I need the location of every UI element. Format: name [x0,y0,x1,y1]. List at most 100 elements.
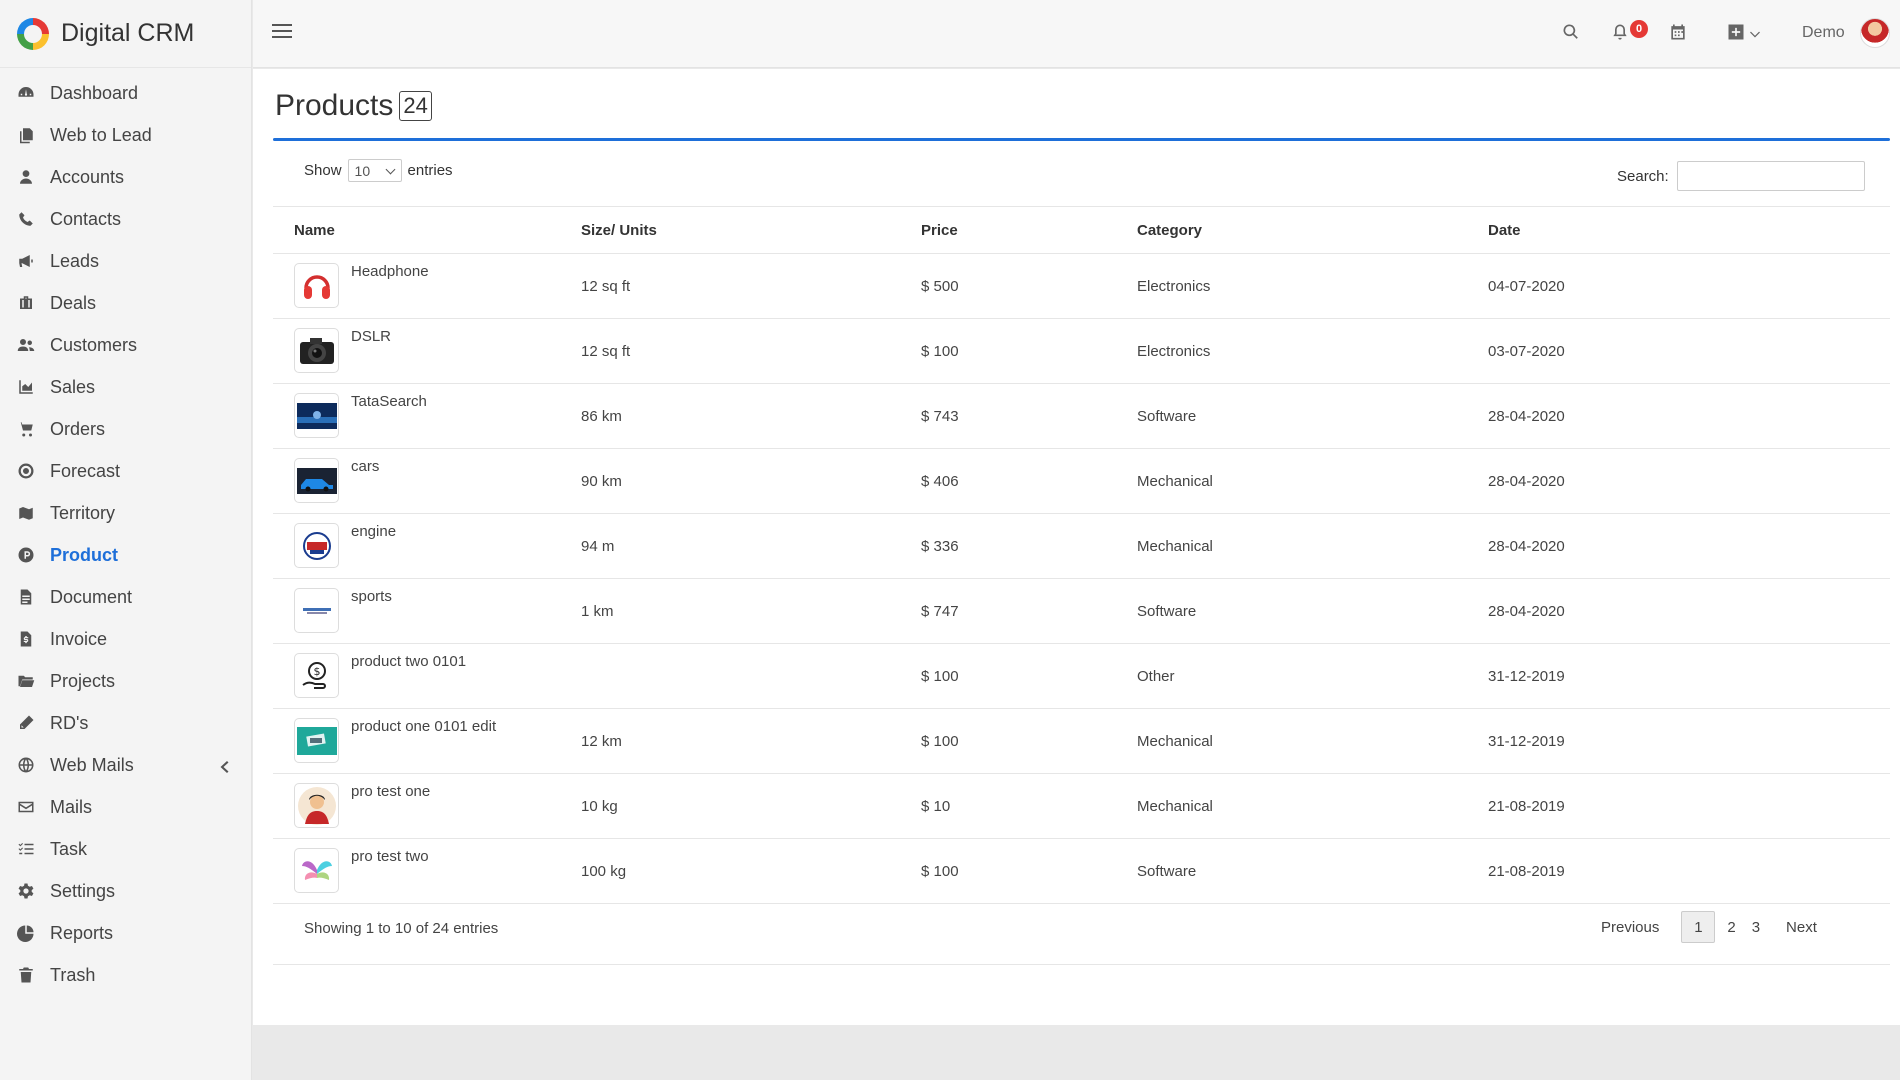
sidebar-item-customers[interactable]: Customers [0,324,251,366]
column-header-category[interactable]: Category [1116,206,1467,254]
table-row[interactable]: product one 0101 edit 12 km $ 100 Mechanica… [273,708,1890,774]
product-thumbnail[interactable] [294,588,339,633]
sidebar-item-reports[interactable]: Reports [0,912,251,954]
table-row[interactable]: cars 90 km $ 406 Mechanical 28-04-2020 [273,448,1890,514]
sidebar-item-settings[interactable]: Settings [0,870,251,912]
sidebar-item-forecast[interactable]: Forecast [0,450,251,492]
product-thumbnail[interactable] [294,783,339,828]
product-name[interactable]: Headphone [351,262,429,280]
cell-size: 94 m [560,513,900,579]
product-name[interactable]: pro test two [351,847,429,865]
sidebar-item-territory[interactable]: Territory [0,492,251,534]
sidebar-item-web-to-lead[interactable]: Web to Lead [0,114,251,156]
product-name[interactable]: product two 0101 [351,652,466,670]
table-row[interactable]: engine 94 m $ 336 Mechanical 28-04-2020 [273,513,1890,579]
cell-date: 28-04-2020 [1467,383,1890,449]
table-row[interactable]: DSLR 12 sq ft $ 100 Electronics 03-07-2020 [273,318,1890,384]
product-name[interactable]: pro test one [351,782,430,800]
product-thumbnail[interactable] [294,393,339,438]
product-icon [16,545,36,565]
sidebar-item-accounts[interactable]: Accounts [0,156,251,198]
sidebar-item-trash[interactable]: Trash [0,954,251,996]
column-header-date[interactable]: Date [1467,206,1890,254]
product-thumbnail[interactable] [294,523,339,568]
product-name[interactable]: sports [351,587,392,605]
pagination: Previous 1 2 3 Next [1593,911,1825,943]
megaphone-icon [16,251,36,271]
brand-name: Digital CRM [61,19,195,47]
user-name[interactable]: Demo [1802,24,1845,42]
table-row[interactable]: sports 1 km $ 747 Software 28-04-2020 [273,578,1890,644]
page-length-select[interactable]: 10 [347,159,402,182]
sidebar-item-label: Web Mails [50,754,134,775]
product-name[interactable]: TataSearch [351,392,427,410]
cell-name: TataSearch [273,383,560,449]
sidebar-item-projects[interactable]: Projects [0,660,251,702]
cell-category: Electronics [1116,318,1467,384]
sidebar-item-contacts[interactable]: Contacts [0,198,251,240]
pagination-previous-button[interactable]: Previous [1593,911,1667,943]
file-icon [16,587,36,607]
sidebar-item-dashboard[interactable]: Dashboard [0,72,251,114]
product-thumbnail[interactable] [294,328,339,373]
pagination-page-2[interactable]: 2 [1719,911,1743,943]
search-icon[interactable] [1561,22,1583,44]
avatar[interactable] [1860,18,1890,48]
sidebar-item-document[interactable]: Document [0,576,251,618]
column-header-price[interactable]: Price [900,206,1116,254]
cell-category: Software [1116,838,1467,904]
search-label: Search: [1617,167,1669,185]
product-thumbnail[interactable] [294,263,339,308]
menu-toggle-icon[interactable] [272,21,292,41]
sidebar-item-label: Accounts [50,166,125,187]
product-thumbnail[interactable] [294,718,339,763]
table-row[interactable]: pro test two 100 kg $ 100 Software 21-08-201… [273,838,1890,904]
product-thumbnail[interactable] [294,848,339,893]
product-name[interactable]: cars [351,457,379,475]
sidebar-item-product[interactable]: Product [0,534,251,576]
table-row[interactable]: Headphone 12 sq ft $ 500 Electronics 04-07-2… [273,253,1890,319]
sidebar-item-label: Customers [50,334,138,355]
cell-category: Mechanical [1116,708,1467,774]
sidebar-item-orders[interactable]: Orders [0,408,251,450]
sidebar-item-deals[interactable]: Deals [0,282,251,324]
sidebar-item-sales[interactable]: Sales [0,366,251,408]
cell-size: 12 km [560,708,900,774]
bell-icon[interactable] [1610,22,1632,44]
cell-size: 90 km [560,448,900,514]
product-name[interactable]: DSLR [351,327,391,345]
column-header-size[interactable]: Size/ Units [560,206,900,254]
brand[interactable]: Digital CRM [0,0,251,68]
sidebar-item-invoice[interactable]: Invoice [0,618,251,660]
pagination-page-1[interactable]: 1 [1681,911,1716,943]
chevron-left-icon[interactable] [219,758,229,773]
product-thumbnail[interactable] [294,458,339,503]
table-row[interactable]: pro test one 10 kg $ 10 Mechanical 21-08-201… [273,773,1890,839]
sidebar-item-leads[interactable]: Leads [0,240,251,282]
pagination-page-3[interactable]: 3 [1744,911,1768,943]
cell-category: Mechanical [1116,513,1467,579]
sidebar-item-label: Web to Lead [50,124,152,145]
sidebar-item-web-mails[interactable]: Web Mails [0,744,251,786]
column-header-name[interactable]: Name [273,206,560,254]
cell-price: $ 500 [900,253,1116,319]
search-input[interactable] [1676,161,1865,191]
product-name[interactable]: engine [351,522,396,540]
add-menu-icon[interactable] [1726,22,1766,44]
table-row[interactable]: TataSearch 86 km $ 743 Software 28-04-2020 [273,383,1890,449]
cell-category: Other [1116,643,1467,709]
product-thumbnail[interactable]: $ [294,653,339,698]
sidebar-item-label: Forecast [50,460,121,481]
sidebar-item-task[interactable]: Task [0,828,251,870]
sidebar-item-label: Invoice [50,628,108,649]
cell-price: $ 100 [900,318,1116,384]
sidebar-item-label: Deals [50,292,97,313]
sidebar-item-rd-s[interactable]: RD's [0,702,251,744]
title-divider [273,138,1890,141]
page-title-text: Products [275,89,394,122]
calendar-icon[interactable] [1668,22,1690,44]
pagination-next-button[interactable]: Next [1778,911,1825,943]
sidebar-item-mails[interactable]: Mails [0,786,251,828]
table-row[interactable]: $ product two 0101 $ 100 Other 31-12-2019 [273,643,1890,709]
product-name[interactable]: product one 0101 edit [351,717,496,735]
